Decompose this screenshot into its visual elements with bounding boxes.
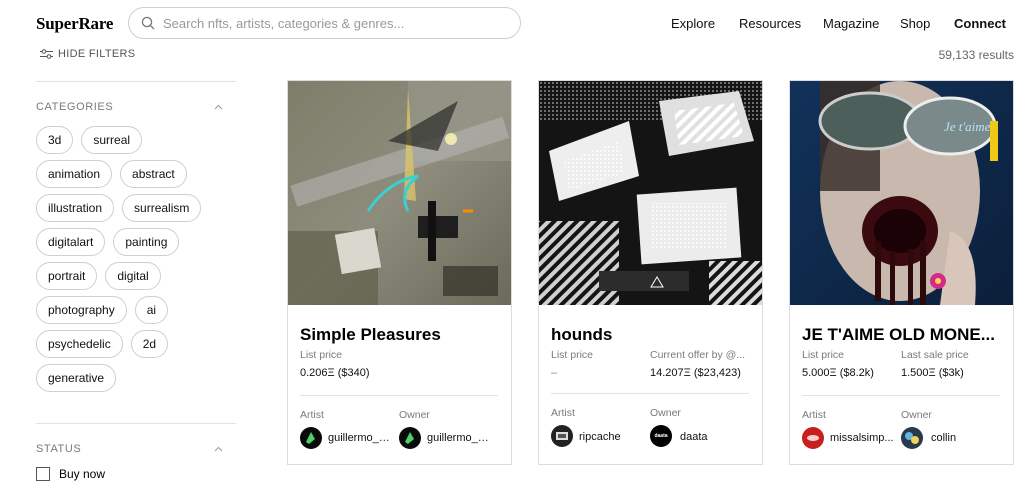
list-price-label: List price — [802, 349, 845, 361]
nav-resources[interactable]: Resources — [739, 16, 801, 31]
owner-name[interactable]: collin — [931, 432, 996, 444]
list-price-label: List price — [300, 349, 343, 361]
owner-avatar[interactable] — [399, 427, 421, 449]
nft-card[interactable]: Je t'aime JE T'AIME OLD MONE... List pri… — [789, 80, 1014, 465]
chip-digital[interactable]: digital — [105, 262, 161, 290]
status-title: STATUS — [36, 443, 82, 455]
sunglasses-script: Je t'aime — [944, 119, 991, 134]
buy-now-label: Buy now — [59, 467, 106, 481]
chip-row: 3d surreal — [36, 126, 236, 154]
chip-painting[interactable]: painting — [113, 228, 180, 256]
chip-row: photography ai — [36, 296, 236, 324]
categories-title: CATEGORIES — [36, 101, 114, 113]
chip-row: generative — [36, 364, 236, 392]
nav-explore[interactable]: Explore — [671, 16, 715, 31]
chip-surrealism[interactable]: surrealism — [122, 194, 202, 222]
card-divider — [300, 395, 498, 396]
chip-2d[interactable]: 2d — [130, 330, 169, 358]
artist-name[interactable]: missalsimp... — [830, 432, 895, 444]
owner-name[interactable]: guillermo_a... — [427, 432, 492, 444]
owner-avatar[interactable] — [901, 427, 923, 449]
current-offer-value: 14.207Ξ ($23,423) — [650, 367, 741, 379]
list-price-value: – — [551, 367, 558, 379]
artist-label: Artist — [551, 407, 575, 419]
artist-avatar[interactable] — [551, 425, 573, 447]
artist-label: Artist — [300, 409, 324, 421]
artist-name[interactable]: guillermo_a... — [328, 432, 393, 444]
chip-row: digitalart painting — [36, 228, 236, 256]
search-input[interactable] — [163, 15, 503, 31]
artwork-image[interactable] — [288, 81, 511, 305]
buy-now-filter[interactable]: Buy now — [36, 467, 105, 481]
artwork-image[interactable] — [539, 81, 762, 305]
sidebar-divider — [36, 81, 236, 82]
list-price-label: List price — [551, 349, 594, 361]
chip-digitalart[interactable]: digitalart — [36, 228, 106, 256]
owner-label: Owner — [650, 407, 681, 419]
superrare-logo[interactable]: SuperRare — [36, 14, 113, 34]
chip-row: animation abstract — [36, 160, 236, 188]
chip-psychedelic[interactable]: psychedelic — [36, 330, 123, 358]
artist-avatar[interactable] — [300, 427, 322, 449]
artwork-image[interactable]: Je t'aime — [790, 81, 1013, 305]
sliders-icon — [40, 49, 53, 59]
results-count: 59,133 results — [938, 48, 1014, 62]
artwork-title[interactable]: Simple Pleasures — [300, 325, 500, 345]
owner-label: Owner — [901, 409, 932, 421]
nft-card[interactable]: Simple Pleasures List price 0.206Ξ ($340… — [287, 80, 512, 465]
chip-generative[interactable]: generative — [36, 364, 117, 392]
chip-row: portrait digital — [36, 262, 236, 290]
list-price-value: 5.000Ξ ($8.2k) — [802, 367, 874, 379]
card-divider — [802, 395, 1000, 396]
connect-button[interactable]: Connect — [954, 16, 1006, 31]
chip-abstract[interactable]: abstract — [120, 160, 187, 188]
chip-row: psychedelic 2d — [36, 330, 236, 358]
chip-illustration[interactable]: illustration — [36, 194, 115, 222]
owner-label: Owner — [399, 409, 430, 421]
artist-label: Artist — [802, 409, 826, 421]
nft-card[interactable]: hounds List price – Current offer by @..… — [538, 80, 763, 465]
hide-filters-button[interactable]: HIDE FILTERS — [40, 48, 135, 60]
chip-animation[interactable]: animation — [36, 160, 113, 188]
card-divider — [551, 393, 749, 394]
chip-ai[interactable]: ai — [134, 296, 169, 324]
artwork-title[interactable]: hounds — [551, 325, 751, 345]
chip-3d[interactable]: 3d — [36, 126, 74, 154]
chevron-up-icon[interactable] — [214, 446, 223, 452]
artist-avatar[interactable] — [802, 427, 824, 449]
last-sale-value: 1.500Ξ ($3k) — [901, 367, 964, 379]
search-icon — [141, 16, 155, 30]
sidebar-divider — [36, 423, 236, 424]
nav-shop[interactable]: Shop — [900, 16, 930, 31]
buy-now-checkbox[interactable] — [36, 467, 50, 481]
last-sale-label: Last sale price — [901, 349, 969, 361]
chip-row: illustration surrealism — [36, 194, 236, 222]
nav-magazine[interactable]: Magazine — [823, 16, 879, 31]
hide-filters-label: HIDE FILTERS — [58, 48, 136, 60]
chip-surreal[interactable]: surreal — [81, 126, 143, 154]
owner-avatar-text: daata — [654, 433, 668, 439]
list-price-value: 0.206Ξ ($340) — [300, 367, 370, 379]
category-chips: 3d surreal animation abstract illustrati… — [36, 126, 236, 398]
owner-avatar[interactable]: daata — [650, 425, 672, 447]
chip-photography[interactable]: photography — [36, 296, 127, 324]
chevron-up-icon[interactable] — [214, 104, 223, 110]
chip-portrait[interactable]: portrait — [36, 262, 98, 290]
current-offer-label: Current offer by @... — [650, 349, 746, 361]
artwork-title[interactable]: JE T'AIME OLD MONE... — [802, 325, 1002, 345]
artist-name[interactable]: ripcache — [579, 431, 644, 443]
owner-name[interactable]: daata — [680, 431, 745, 443]
search-bar[interactable] — [128, 7, 521, 39]
